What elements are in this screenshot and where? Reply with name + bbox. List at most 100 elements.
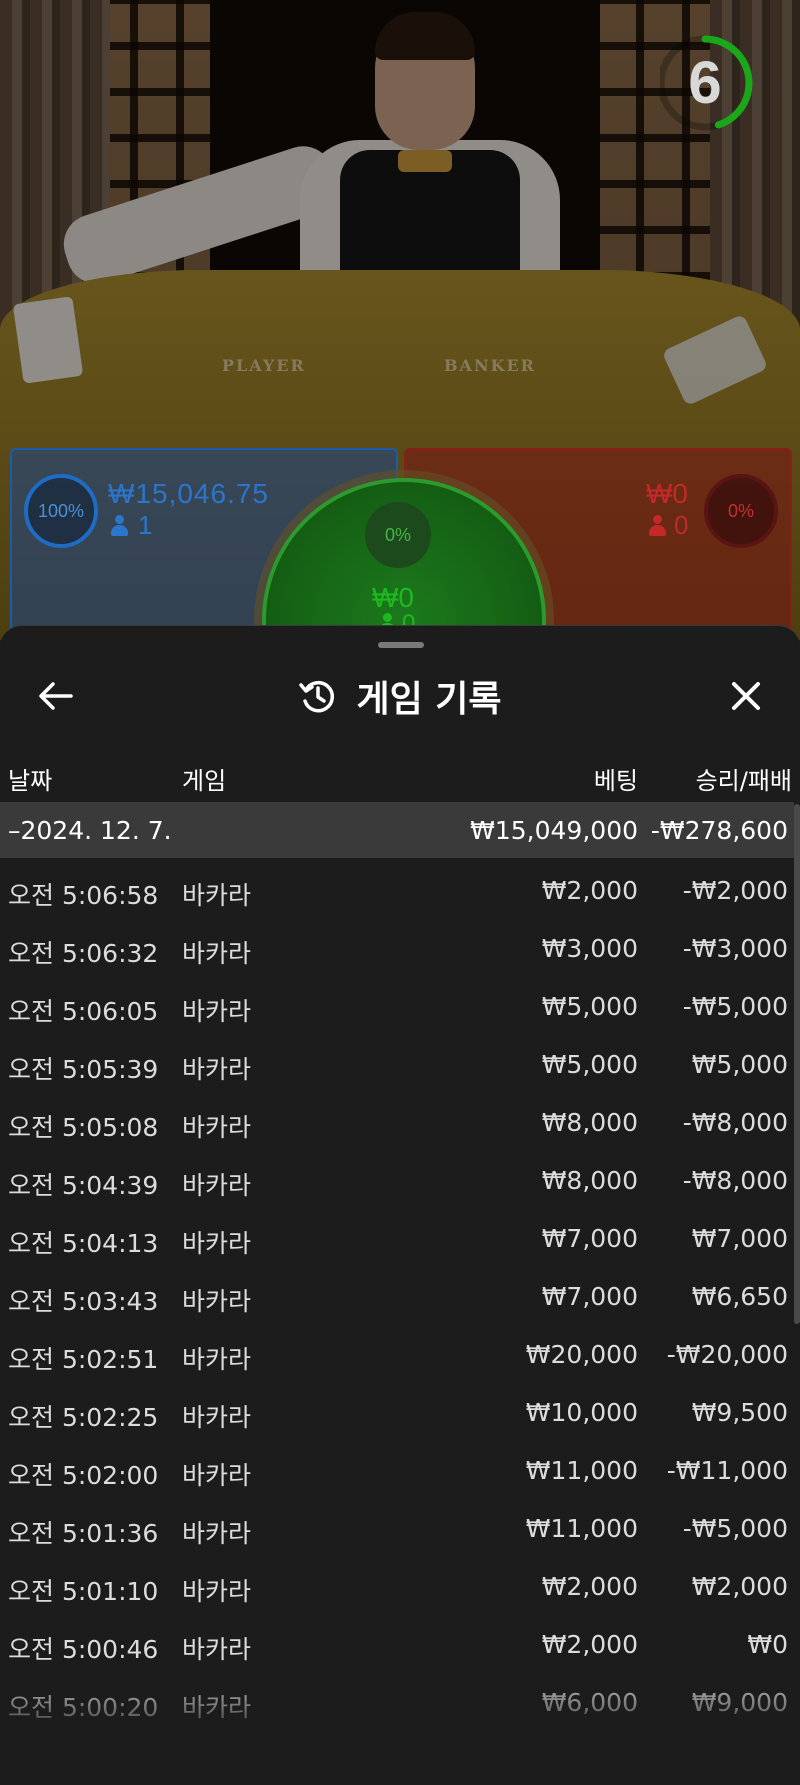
row-game: 바카라 xyxy=(182,1287,252,1316)
player-bettor-count: 1 xyxy=(138,510,153,540)
table-row[interactable]: 오전 5:04:13 바카라 ₩7,000 ₩7,000 xyxy=(0,1206,794,1264)
row-bet: ₩8,000 xyxy=(541,1166,638,1195)
table-row[interactable]: 오전 5:06:32 바카라 ₩3,000 -₩3,000 xyxy=(0,916,794,974)
row-bet: ₩2,000 xyxy=(541,1572,638,1601)
table-row[interactable]: 오전 5:01:36 바카라 ₩11,000 -₩5,000 xyxy=(0,1496,794,1554)
row-time: 오전 5:06:32 xyxy=(8,939,159,968)
row-bet: ₩8,000 xyxy=(541,1108,638,1137)
player-bet-total: ₩15,046.75 xyxy=(108,478,269,509)
close-button[interactable] xyxy=(718,666,774,726)
row-game: 바카라 xyxy=(182,1171,252,1200)
column-header-win-loss: 승리/패배 xyxy=(695,767,792,795)
row-game: 바카라 xyxy=(182,1519,252,1548)
row-win-loss: ₩2,000 xyxy=(691,1572,788,1601)
row-bet: ₩5,000 xyxy=(541,1050,638,1079)
row-win-loss: ₩0 xyxy=(747,1630,788,1659)
row-bet: ₩3,000 xyxy=(541,934,638,963)
back-button[interactable] xyxy=(30,666,82,726)
banker-bettor-count: 0 xyxy=(674,510,689,540)
row-time: 오전 5:05:08 xyxy=(8,1113,159,1142)
row-bet: ₩11,000 xyxy=(525,1456,638,1485)
banker-bettors: 0 xyxy=(648,510,688,541)
row-bet: ₩7,000 xyxy=(541,1282,638,1311)
row-bet: ₩10,000 xyxy=(525,1398,638,1427)
banker-bet-total: ₩0 xyxy=(646,478,688,509)
arrow-left-icon xyxy=(39,682,73,710)
row-time: 오전 5:03:43 xyxy=(8,1287,159,1316)
row-game: 바카라 xyxy=(182,1693,252,1722)
row-win-loss: -₩5,000 xyxy=(682,1514,788,1543)
table-row[interactable]: 오전 5:05:39 바카라 ₩5,000 ₩5,000 xyxy=(0,1032,794,1090)
row-win-loss: -₩11,000 xyxy=(666,1456,788,1485)
row-time: 오전 5:06:58 xyxy=(8,881,159,910)
table-row[interactable]: 오전 5:00:20 바카라 ₩6,000 ₩9,000 xyxy=(0,1670,794,1728)
row-game: 바카라 xyxy=(182,1345,252,1374)
column-header-bet: 베팅 xyxy=(593,767,638,795)
table-row[interactable]: 오전 5:04:39 바카라 ₩8,000 -₩8,000 xyxy=(0,1148,794,1206)
table-row[interactable]: 오전 5:06:05 바카라 ₩5,000 -₩5,000 xyxy=(0,974,794,1032)
person-icon xyxy=(110,514,128,537)
column-headers: 날짜 게임 베팅 승리/패배 xyxy=(0,751,800,801)
row-game: 바카라 xyxy=(182,1229,252,1258)
close-icon xyxy=(732,682,760,710)
row-game: 바카라 xyxy=(182,881,252,910)
table-row[interactable]: 오전 5:03:43 바카라 ₩7,000 ₩6,650 xyxy=(0,1264,794,1322)
row-game: 바카라 xyxy=(182,1055,252,1084)
row-time: 오전 5:00:20 xyxy=(8,1693,159,1722)
column-header-date: 날짜 xyxy=(8,767,53,795)
drag-handle[interactable] xyxy=(378,642,424,648)
row-time: 오전 5:02:25 xyxy=(8,1403,159,1432)
row-bet: ₩7,000 xyxy=(541,1224,638,1253)
date-group-row[interactable]: –2024. 12. 7. ₩15,049,000 -₩278,600 xyxy=(0,802,794,858)
tie-percent-ring: 0% xyxy=(365,502,431,568)
row-time: 오전 5:00:46 xyxy=(8,1635,159,1664)
timer-count: 6 xyxy=(688,49,722,116)
player-bettors: 1 xyxy=(110,510,152,541)
row-time: 오전 5:04:39 xyxy=(8,1171,159,1200)
column-header-game: 게임 xyxy=(182,767,227,795)
table-row[interactable]: 오전 5:02:51 바카라 ₩20,000 -₩20,000 xyxy=(0,1322,794,1380)
row-win-loss: -₩20,000 xyxy=(666,1340,788,1369)
row-time: 오전 5:04:13 xyxy=(8,1229,159,1258)
history-list: 오전 5:06:58 바카라 ₩2,000 -₩2,000 오전 5:06:32 바카라 ₩… xyxy=(0,858,794,1728)
scrollbar[interactable] xyxy=(794,804,800,1324)
table-row[interactable]: 오전 5:05:08 바카라 ₩8,000 -₩8,000 xyxy=(0,1090,794,1148)
row-time: 오전 5:02:51 xyxy=(8,1345,159,1374)
row-win-loss: ₩7,000 xyxy=(691,1224,788,1253)
row-game: 바카라 xyxy=(182,1113,252,1142)
row-win-loss: ₩5,000 xyxy=(691,1050,788,1079)
table-row[interactable]: 오전 5:01:10 바카라 ₩2,000 ₩2,000 xyxy=(0,1554,794,1612)
row-time: 오전 5:01:10 xyxy=(8,1577,159,1606)
row-game: 바카라 xyxy=(182,1403,252,1432)
row-bet: ₩2,000 xyxy=(541,876,638,905)
bet-timer: 6 xyxy=(660,28,770,138)
row-game: 바카라 xyxy=(182,1635,252,1664)
row-game: 바카라 xyxy=(182,1577,252,1606)
row-win-loss: -₩3,000 xyxy=(682,934,788,963)
panel-title: 게임 기록 xyxy=(356,679,502,720)
table-row[interactable]: 오전 5:02:25 바카라 ₩10,000 ₩9,500 xyxy=(0,1380,794,1438)
table-row[interactable]: 오전 5:00:46 바카라 ₩2,000 ₩0 xyxy=(0,1612,794,1670)
row-win-loss: -₩8,000 xyxy=(682,1108,788,1137)
date-group-bet-total: ₩15,049,000 xyxy=(470,816,638,845)
row-win-loss: -₩5,000 xyxy=(682,992,788,1021)
table-row[interactable]: 오전 5:06:58 바카라 ₩2,000 -₩2,000 xyxy=(0,858,794,916)
row-win-loss: ₩9,500 xyxy=(691,1398,788,1427)
row-bet: ₩11,000 xyxy=(525,1514,638,1543)
row-time: 오전 5:01:36 xyxy=(8,1519,159,1548)
banker-percent-ring: 0% xyxy=(704,474,778,548)
table-row[interactable]: 오전 5:02:00 바카라 ₩11,000 -₩11,000 xyxy=(0,1438,794,1496)
row-game: 바카라 xyxy=(182,939,252,968)
date-group-label: –2024. 12. 7. xyxy=(8,816,172,845)
history-icon xyxy=(299,680,335,713)
player-percent-ring: 100% xyxy=(24,474,98,548)
person-icon xyxy=(648,514,666,537)
row-bet: ₩2,000 xyxy=(541,1630,638,1659)
row-win-loss: -₩2,000 xyxy=(682,876,788,905)
row-bet: ₩20,000 xyxy=(525,1340,638,1369)
row-bet: ₩6,000 xyxy=(541,1688,638,1717)
row-time: 오전 5:06:05 xyxy=(8,997,159,1026)
row-win-loss: -₩8,000 xyxy=(682,1166,788,1195)
row-time: 오전 5:05:39 xyxy=(8,1055,159,1084)
panel-header: 게임 기록 xyxy=(0,666,800,726)
